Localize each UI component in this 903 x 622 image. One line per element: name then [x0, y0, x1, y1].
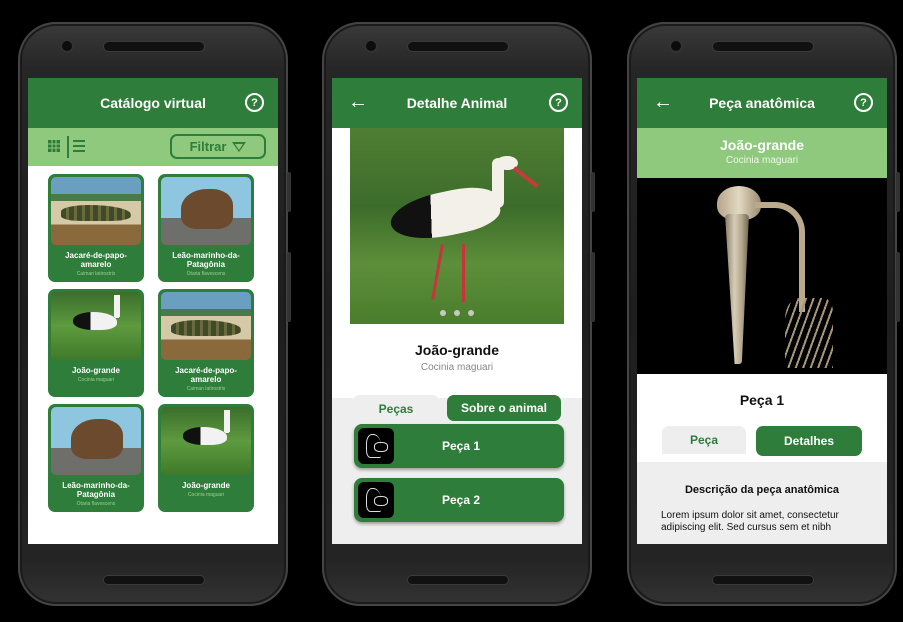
hero-wrapper [332, 128, 582, 324]
stork-leg [462, 244, 465, 302]
help-icon[interactable]: ? [245, 93, 264, 112]
description-title: Descrição da peça anatômica [684, 484, 840, 496]
anatomical-piece-screen: ← Peça anatômica ? João-grande Cocinia m… [637, 78, 887, 544]
volume-button [896, 252, 900, 322]
animal-card-name: João-grande [181, 481, 230, 490]
animal-card[interactable]: Jacaré-de-papo-amarelo Caiman latirostris [158, 289, 254, 397]
animal-thumbnail [161, 407, 251, 475]
skeleton-thumbnail [358, 482, 394, 518]
animal-header: João-grande Cocinia maguari [637, 128, 887, 178]
volume-button [591, 252, 595, 322]
power-button [591, 172, 595, 212]
animal-card[interactable]: Leão-marinho-da-Patagônia Otaria flavesce… [158, 174, 254, 282]
animal-card-scientific-name: Caiman latirostris [76, 271, 116, 277]
animal-card-scientific-name: Otaria flavescens [76, 501, 116, 507]
filter-button[interactable]: Filtrar [170, 134, 266, 159]
phone-anatomical-piece: ← Peça anatômica ? João-grande Cocinia m… [627, 22, 900, 606]
page-title: Peça anatômica [709, 95, 815, 111]
piece-button[interactable]: Peça 2 [354, 478, 564, 522]
animal-card-name: Leão-marinho-da-Patagônia [172, 251, 240, 269]
piece-button[interactable]: Peça 1 [354, 424, 564, 468]
bottom-speaker [713, 576, 813, 584]
back-arrow-icon[interactable]: ← [653, 91, 673, 114]
help-icon[interactable]: ? [854, 93, 873, 112]
app-bar: ← Detalhe Animal ? [332, 78, 582, 128]
animal-card[interactable]: João-grande Cocinia maguari [158, 404, 254, 512]
animal-thumbnail [51, 407, 141, 475]
tab-bar: Peça Detalhes [637, 426, 887, 456]
divider [67, 136, 69, 158]
carousel-dots[interactable] [350, 310, 564, 316]
animal-grid: Jacaré-de-papo-amarelo Caiman latirostris… [28, 166, 278, 512]
help-icon[interactable]: ? [549, 93, 568, 112]
animal-card[interactable]: João-grande Cocinia maguari [48, 289, 144, 397]
speaker-grille [408, 42, 508, 51]
app-bar: ← Peça anatômica ? [637, 78, 887, 128]
camera-icon [366, 41, 376, 51]
animal-card-scientific-name: Otaria flavescens [186, 271, 226, 277]
beak-bone [725, 214, 749, 364]
grid-view-icon[interactable] [48, 140, 60, 152]
tab-bar: Peças Sobre o animal [332, 395, 582, 423]
bottom-speaker [104, 576, 204, 584]
animal-card-name: Jacaré-de-papo-amarelo [65, 251, 127, 269]
stork-leg [431, 244, 444, 300]
tab-pecas[interactable]: Peças [353, 395, 439, 423]
animal-card-scientific-name: Caiman latirostris [186, 386, 226, 392]
animal-card[interactable]: Leão-marinho-da-Patagônia Otaria flavesce… [48, 404, 144, 512]
skeleton-thumbnail [358, 428, 394, 464]
bottom-speaker [408, 576, 508, 584]
page-title: Catálogo virtual [100, 95, 206, 111]
tab-peca[interactable]: Peça [662, 426, 746, 454]
tab-sobre-o-animal[interactable]: Sobre o animal [447, 395, 561, 421]
animal-scientific-name: Cocinia maguari [725, 155, 799, 166]
stork-body [386, 181, 504, 247]
piece-label: Peça 2 [441, 493, 481, 507]
phone-catalog: Catálogo virtual ? Filtrar Jacaré-de-pap… [18, 22, 291, 606]
animal-detail-screen: ← Detalhe Animal ? João-grande Cocinia m… [332, 78, 582, 544]
camera-icon [62, 41, 72, 51]
animal-thumbnail [161, 177, 251, 245]
carousel-dot[interactable] [440, 310, 446, 316]
description-panel: Descrição da peça anatômica Lorem ipsum … [637, 462, 887, 544]
animal-card-scientific-name: Cocinia maguari [77, 377, 115, 383]
stork-beak [512, 166, 539, 189]
animal-card-name: Jacaré-de-papo-amarelo [175, 366, 237, 384]
animal-name: João-grande [414, 342, 499, 358]
camera-icon [671, 41, 681, 51]
filter-label: Filtrar [189, 139, 227, 154]
animal-thumbnail [51, 292, 141, 360]
animal-thumbnail [161, 292, 251, 360]
page-title: Detalhe Animal [406, 95, 508, 111]
volume-button [287, 252, 291, 322]
speaker-grille [104, 42, 204, 51]
rib-cage [785, 298, 833, 368]
carousel-dot[interactable] [468, 310, 474, 316]
power-button [287, 172, 291, 212]
animal-card-scientific-name: Cocinia maguari [187, 492, 225, 498]
animal-name: João-grande [719, 137, 804, 153]
animal-thumbnail [51, 177, 141, 245]
animal-card-name: Leão-marinho-da-Patagônia [62, 481, 130, 499]
filter-icon [232, 141, 247, 152]
catalog-screen: Catálogo virtual ? Filtrar Jacaré-de-pap… [28, 78, 278, 544]
piece-label: Peça 1 [441, 439, 481, 453]
description-text: Lorem ipsum dolor sit amet, consectetur … [661, 510, 839, 533]
phone-animal-detail: ← Detalhe Animal ? João-grande Cocinia m… [322, 22, 595, 606]
vertebrae [755, 202, 805, 312]
piece-photo[interactable] [637, 178, 887, 374]
view-toolbar: Filtrar [28, 128, 278, 166]
carousel-dot[interactable] [454, 310, 460, 316]
animal-scientific-name: Cocinia maguari [420, 362, 494, 373]
app-bar: Catálogo virtual ? [28, 78, 278, 128]
animal-card-name: João-grande [71, 366, 120, 375]
power-button [896, 172, 900, 212]
animal-photo-carousel[interactable] [350, 128, 564, 324]
piece-title: Peça 1 [739, 392, 785, 408]
list-view-icon[interactable] [73, 140, 85, 152]
tab-detalhes[interactable]: Detalhes [756, 426, 862, 456]
animal-card[interactable]: Jacaré-de-papo-amarelo Caiman latirostris [48, 174, 144, 282]
speaker-grille [713, 42, 813, 51]
back-arrow-icon[interactable]: ← [348, 91, 368, 114]
